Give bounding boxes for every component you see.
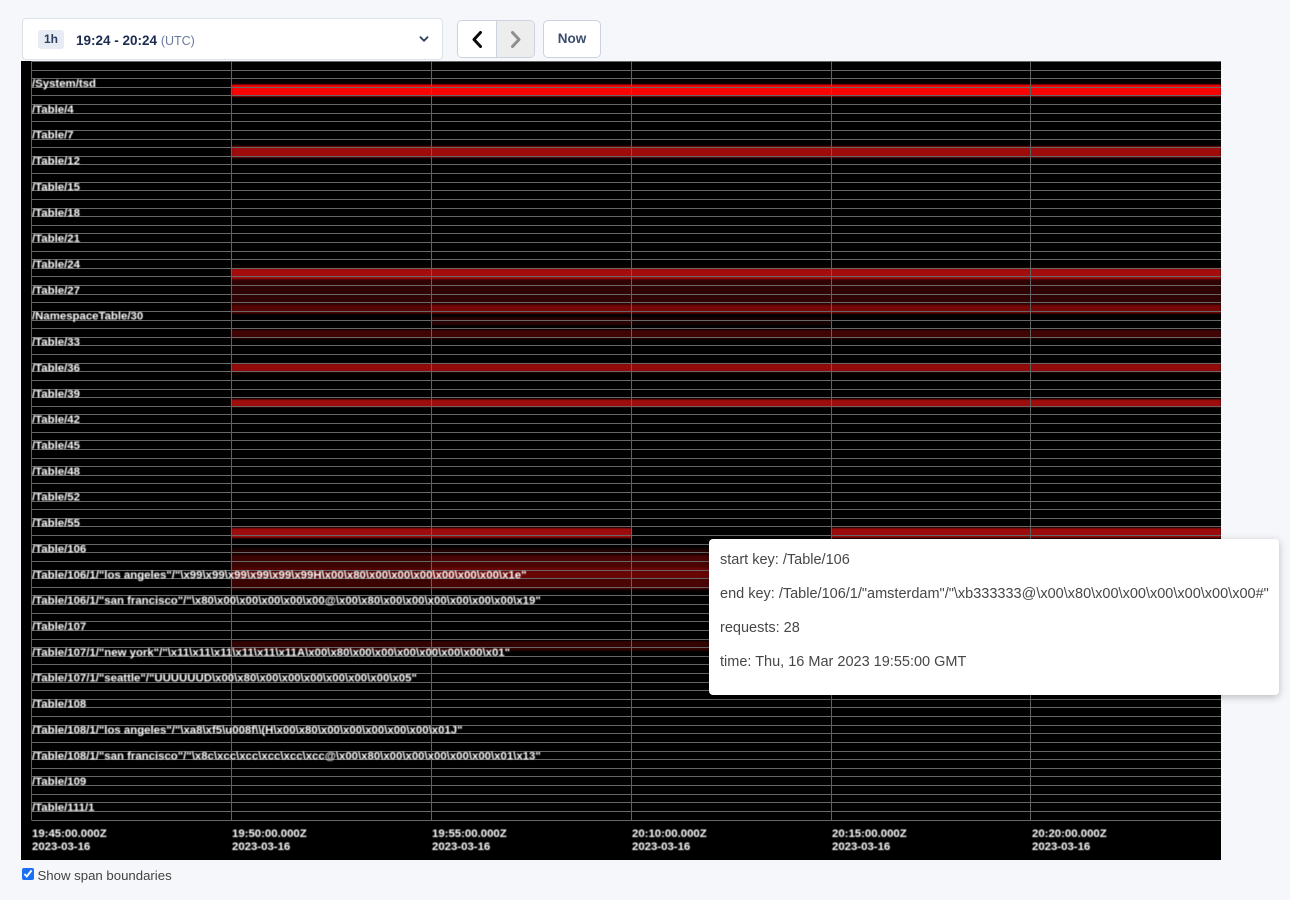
svg-text:/Table/48: /Table/48 [32, 466, 80, 478]
svg-text:/Table/107: /Table/107 [32, 621, 86, 633]
svg-text:/Table/24: /Table/24 [32, 259, 81, 271]
svg-text:20:20:00.000Z: 20:20:00.000Z [1032, 828, 1107, 840]
svg-text:/Table/55: /Table/55 [32, 518, 81, 530]
svg-text:2023-03-16: 2023-03-16 [432, 841, 490, 853]
svg-text:/Table/39: /Table/39 [32, 388, 80, 400]
svg-text:/Table/108/1/"san francisco"/": /Table/108/1/"san francisco"/"\x8c\xcc\x… [32, 750, 541, 762]
svg-text:/Table/107/1/"new york"/"\x11\: /Table/107/1/"new york"/"\x11\x11\x11\x1… [32, 647, 510, 659]
svg-text:19:45:00.000Z: 19:45:00.000Z [32, 828, 107, 840]
svg-text:/Table/42: /Table/42 [32, 414, 80, 426]
svg-text:/Table/106/1/"san francisco"/": /Table/106/1/"san francisco"/"\x80\x00\x… [32, 595, 541, 607]
svg-text:/Table/15: /Table/15 [32, 181, 81, 193]
svg-text:/Table/106/1/"los angeles"/"\x: /Table/106/1/"los angeles"/"\x99\x99\x99… [32, 569, 526, 581]
svg-text:/Table/109: /Table/109 [32, 776, 86, 788]
svg-text:/Table/27: /Table/27 [32, 285, 80, 297]
svg-text:/Table/36: /Table/36 [32, 362, 80, 374]
svg-text:/Table/33: /Table/33 [32, 337, 80, 349]
svg-text:/Table/18: /Table/18 [32, 207, 80, 219]
svg-text:19:50:00.000Z: 19:50:00.000Z [232, 828, 307, 840]
svg-text:/Table/108: /Table/108 [32, 699, 86, 711]
svg-text:/Table/7: /Table/7 [32, 130, 74, 142]
svg-text:/Table/106: /Table/106 [32, 543, 86, 555]
svg-text:/Table/12: /Table/12 [32, 156, 80, 168]
svg-text:20:10:00.000Z: 20:10:00.000Z [632, 828, 707, 840]
svg-text:2023-03-16: 2023-03-16 [832, 841, 890, 853]
svg-text:/Table/108/1/"los angeles"/"\x: /Table/108/1/"los angeles"/"\xa8\xf5\u00… [32, 724, 462, 736]
svg-text:/Table/111/1: /Table/111/1 [32, 802, 95, 814]
svg-text:2023-03-16: 2023-03-16 [1032, 841, 1090, 853]
svg-text:2023-03-16: 2023-03-16 [232, 841, 290, 853]
svg-text:2023-03-16: 2023-03-16 [632, 841, 690, 853]
svg-text:19:55:00.000Z: 19:55:00.000Z [432, 828, 507, 840]
svg-text:/Table/107/1/"seattle"/"UUUUUU: /Table/107/1/"seattle"/"UUUUUUD\x00\x80\… [32, 673, 417, 685]
svg-text:20:15:00.000Z: 20:15:00.000Z [832, 828, 907, 840]
svg-text:/System/tsd: /System/tsd [32, 78, 96, 90]
svg-text:2023-03-16: 2023-03-16 [32, 841, 90, 853]
svg-text:/NamespaceTable/30: /NamespaceTable/30 [32, 311, 143, 323]
svg-text:/Table/52: /Table/52 [32, 492, 80, 504]
svg-text:/Table/21: /Table/21 [32, 233, 81, 245]
svg-text:/Table/45: /Table/45 [32, 440, 81, 452]
svg-text:/Table/4: /Table/4 [32, 104, 74, 116]
